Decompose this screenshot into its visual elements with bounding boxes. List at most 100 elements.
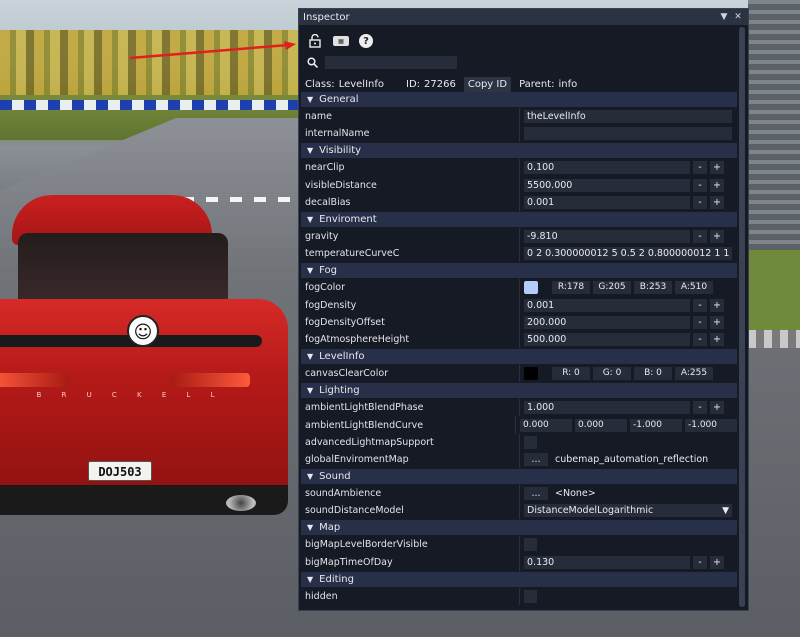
curve-value-field[interactable]: -1.000 <box>630 418 682 432</box>
advanced-lightmap-checkbox[interactable] <box>524 435 537 449</box>
curve-value-field[interactable]: -1.000 <box>685 418 737 432</box>
temperature-curve-field[interactable]: 0 2 0.300000012 5 0.5 2 0.800000012 1 1 … <box>524 247 732 261</box>
category-fog[interactable]: ▼ Fog <box>301 263 737 279</box>
property-row: hidden <box>301 587 737 605</box>
visible-distance-field[interactable]: 5500.000 <box>524 178 690 192</box>
category-editing[interactable]: ▼ Editing <box>301 571 737 587</box>
browse-button[interactable]: ... <box>524 452 548 466</box>
increment-button[interactable]: + <box>710 195 724 209</box>
property-label: fogDensityOffset <box>305 316 385 328</box>
blue-channel-field[interactable]: B:253 <box>634 281 672 295</box>
property-label: bigMapLevelBorderVisible <box>305 539 428 551</box>
decrement-button[interactable]: - <box>693 161 707 175</box>
category-levelinfo[interactable]: ▼ LevelInfo <box>301 349 737 365</box>
decrement-button[interactable]: - <box>693 555 707 569</box>
hidden-checkbox[interactable] <box>524 589 537 603</box>
property-label: globalEnviromentMap <box>305 453 409 465</box>
curve-value-field[interactable]: 0.000 <box>520 418 572 432</box>
fog-color-swatch[interactable] <box>524 281 538 295</box>
decrement-button[interactable]: - <box>693 195 707 209</box>
property-label: fogDensity <box>305 299 357 311</box>
category-lighting[interactable]: ▼ Lighting <box>301 383 737 399</box>
near-clip-field[interactable]: 0.100 <box>524 161 690 175</box>
blue-channel-field[interactable]: B: 0 <box>634 367 672 381</box>
sound-distance-model-dropdown[interactable]: DistanceModelLogarithmic ▼ <box>524 504 732 518</box>
search-input[interactable] <box>325 56 457 69</box>
lock-icon[interactable] <box>307 33 323 49</box>
copy-id-button[interactable]: Copy ID <box>463 76 512 92</box>
green-channel-field[interactable]: G: 0 <box>593 367 631 381</box>
big-map-border-checkbox[interactable] <box>524 538 537 552</box>
id-label: ID: <box>406 78 421 90</box>
name-field[interactable]: theLevelInfo <box>524 110 732 124</box>
decrement-button[interactable]: - <box>693 315 707 329</box>
category-visibility[interactable]: ▼ Visibility <box>301 143 737 159</box>
license-plate: DOJ503 <box>88 461 152 481</box>
decrement-button[interactable]: - <box>693 230 707 244</box>
decrement-button[interactable]: - <box>693 332 707 346</box>
increment-button[interactable]: + <box>710 178 724 192</box>
decrement-button[interactable]: - <box>693 178 707 192</box>
inspector-scrollbar[interactable] <box>739 27 745 607</box>
curve-value-field[interactable]: 0.000 <box>575 418 627 432</box>
fog-density-field[interactable]: 0.001 <box>524 298 690 312</box>
expand-triangle-icon: ▼ <box>307 386 314 396</box>
increment-button[interactable]: + <box>710 161 724 175</box>
close-icon[interactable]: ✕ <box>732 11 744 23</box>
expand-triangle-icon: ▼ <box>307 574 314 584</box>
chevron-down-icon: ▼ <box>722 505 729 516</box>
fog-atmosphere-height-field[interactable]: 500.000 <box>524 332 690 346</box>
expand-triangle-icon: ▼ <box>307 266 314 276</box>
increment-button[interactable]: + <box>710 315 724 329</box>
collapse-icon[interactable]: ▼ <box>718 11 730 23</box>
property-row: internalName <box>301 125 737 143</box>
decal-bias-field[interactable]: 0.001 <box>524 195 690 209</box>
red-arrow-annotation <box>129 41 296 60</box>
increment-button[interactable]: + <box>710 555 724 569</box>
category-map[interactable]: ▼ Map <box>301 520 737 536</box>
category-general[interactable]: ▼ General <box>301 92 737 107</box>
ambient-light-blend-phase-field[interactable]: 1.000 <box>524 401 690 415</box>
increment-button[interactable]: + <box>710 298 724 312</box>
property-row: decalBias 0.001- + <box>301 193 737 211</box>
category-label: Enviroment <box>319 213 377 225</box>
canvas-clear-color-swatch[interactable] <box>524 367 538 381</box>
browse-button[interactable]: ... <box>524 487 548 501</box>
id-value: 27266 <box>424 78 456 90</box>
inspector-toolbar: ▦ ? <box>299 31 748 51</box>
sound-ambience-value: <None> <box>555 488 596 500</box>
big-map-time-of-day-field[interactable]: 0.130 <box>524 555 690 569</box>
internal-name-field[interactable] <box>524 127 732 141</box>
decrement-button[interactable]: - <box>693 401 707 415</box>
property-label: decalBias <box>305 196 351 208</box>
car-taillight-right <box>170 373 250 387</box>
help-icon[interactable]: ? <box>359 34 373 48</box>
alpha-channel-field[interactable]: A:255 <box>675 367 713 381</box>
category-label: LevelInfo <box>319 351 365 363</box>
inspector-window[interactable]: Inspector ▼ ✕ ▦ ? Class: LevelInfo ID: 2… <box>298 8 749 611</box>
property-row: fogColor R:178 G:205 B:253 A:510 <box>301 279 737 297</box>
alpha-channel-field[interactable]: A:510 <box>675 281 713 295</box>
category-enviroment[interactable]: ▼ Enviroment <box>301 211 737 227</box>
increment-button[interactable]: + <box>710 401 724 415</box>
increment-button[interactable]: + <box>710 332 724 346</box>
increment-button[interactable]: + <box>710 230 724 244</box>
property-row: advancedLightmapSupport <box>301 433 737 451</box>
category-label: Visibility <box>319 145 362 157</box>
scrollbar-thumb[interactable] <box>739 27 745 607</box>
category-sound[interactable]: ▼ Sound <box>301 469 737 484</box>
gravity-field[interactable]: -9.810 <box>524 230 690 244</box>
search-icon <box>307 56 319 69</box>
inspector-titlebar[interactable]: Inspector ▼ ✕ <box>299 9 748 25</box>
property-list: ▼ General name theLevelInfo internalName … <box>301 91 737 605</box>
driver-face-icon: ☺ <box>127 315 159 347</box>
object-badge-icon[interactable]: ▦ <box>333 36 349 46</box>
class-value: LevelInfo <box>338 78 385 90</box>
fog-density-offset-field[interactable]: 200.000 <box>524 315 690 329</box>
property-row: visibleDistance 5500.000- + <box>301 176 737 194</box>
property-label: ambientLightBlendCurve <box>305 419 424 431</box>
decrement-button[interactable]: - <box>693 298 707 312</box>
red-channel-field[interactable]: R: 0 <box>552 367 590 381</box>
red-channel-field[interactable]: R:178 <box>552 281 590 295</box>
green-channel-field[interactable]: G:205 <box>593 281 631 295</box>
